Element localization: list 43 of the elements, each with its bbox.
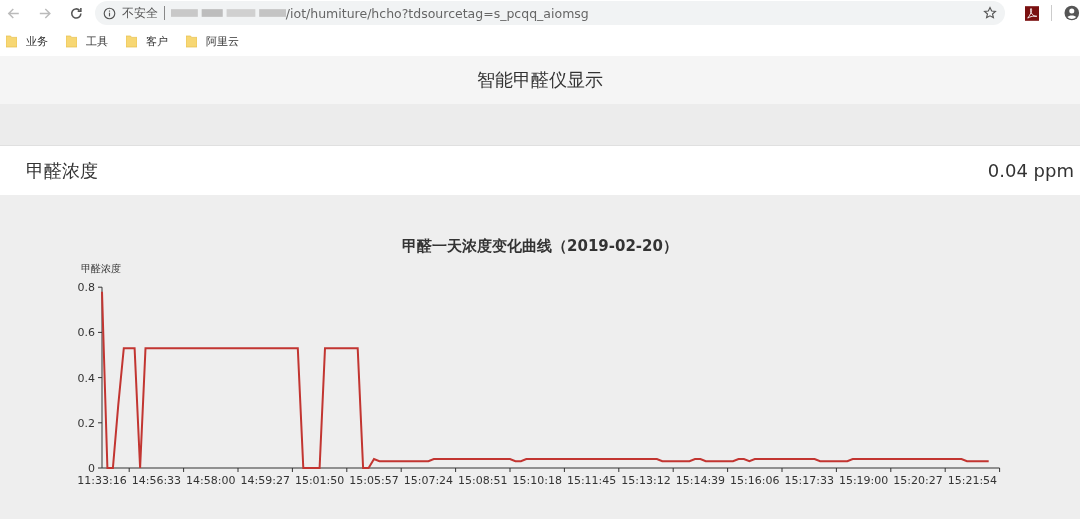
security-label: 不安全: [121, 4, 158, 22]
y-tick-label: 0: [88, 462, 95, 475]
address-bar[interactable]: 不安全 /iot/humiture/hcho?tdsourcetag=s_pcqq_aiomsg: [94, 1, 1005, 25]
x-tick-label: 15:21:54: [947, 474, 998, 487]
bookmark-link[interactable]: 业务: [26, 33, 48, 49]
folder-icon[interactable]: [6, 34, 17, 48]
folder-icon[interactable]: [66, 34, 77, 48]
x-tick-label: 15:07:24: [403, 474, 454, 487]
y-tick-label: 0.8: [77, 281, 95, 295]
x-tick-label: 15:13:12: [621, 474, 671, 487]
y-tick-label: 0.4: [77, 371, 95, 385]
x-tick-label: 15:17:33: [784, 474, 834, 487]
x-tick-label: 15:14:39: [675, 474, 726, 487]
x-tick-label: 15:01:50: [294, 474, 345, 487]
star-icon[interactable]: [982, 6, 997, 20]
reload-icon[interactable]: [69, 5, 84, 21]
bookmark-link[interactable]: 阿里云: [206, 33, 239, 49]
page-title: 智能甲醛仪显示: [477, 68, 603, 92]
x-tick-label: 15:19:00: [838, 474, 889, 487]
reading-label: 甲醛浓度: [26, 158, 98, 183]
x-tick-label: 14:59:27: [240, 474, 290, 487]
x-tick-label: 15:16:06: [730, 474, 780, 487]
x-tick-label: 14:58:00: [186, 474, 236, 487]
y-tick-label: 0.2: [77, 416, 95, 430]
x-tick-label: 15:08:51: [458, 474, 508, 487]
folder-icon[interactable]: [186, 34, 197, 48]
y-tick-label: 0.6: [77, 326, 95, 340]
chart-title: 甲醛一天浓度变化曲线（2019-02-20）: [402, 237, 678, 255]
reading-value: 0.04 ppm: [987, 160, 1074, 181]
info-icon[interactable]: [102, 6, 116, 20]
x-tick-label: 15:20:27: [893, 474, 943, 487]
x-tick-label: 15:11:45: [566, 474, 617, 487]
profile-icon[interactable]: [1064, 5, 1080, 21]
url-text: /iot/humiture/hcho?tdsourcetag=s_pcqq_aiomsg: [285, 5, 589, 21]
bookmark-link[interactable]: 工具: [86, 33, 108, 49]
x-tick-label: 15:10:18: [512, 474, 562, 487]
pdf-extension-icon[interactable]: [1024, 5, 1040, 21]
x-tick-label: 11:33:16: [77, 474, 127, 487]
x-tick-label: 14:56:33: [131, 474, 182, 487]
x-tick-label: 15:05:57: [349, 474, 399, 487]
bookmark-link[interactable]: 客户: [146, 33, 168, 49]
folder-icon[interactable]: [126, 34, 137, 48]
y-axis-title: 甲醛浓度: [81, 263, 121, 274]
